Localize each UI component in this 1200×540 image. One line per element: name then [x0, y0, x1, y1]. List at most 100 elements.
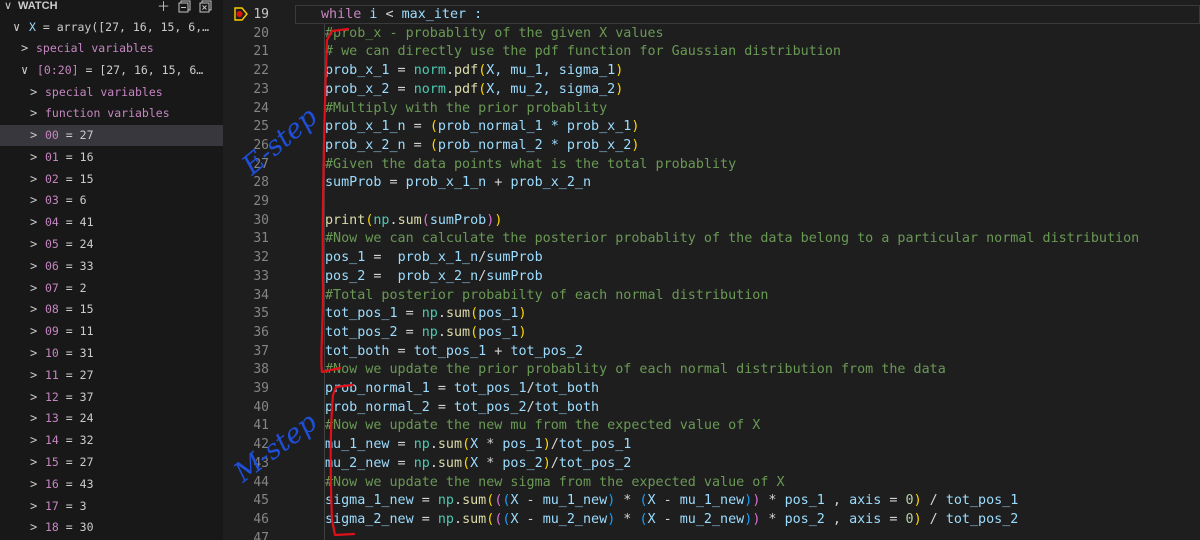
watch-item[interactable]: >03 = 6 — [0, 190, 223, 211]
watch-item[interactable]: >10 = 31 — [0, 343, 223, 364]
line-number[interactable]: 26 — [223, 136, 269, 155]
chevron-right-icon[interactable]: > — [30, 496, 37, 517]
watch-item[interactable]: >04 = 41 — [0, 212, 223, 233]
line-number[interactable]: 30 — [223, 211, 269, 230]
chevron-right-icon[interactable]: > — [30, 147, 37, 168]
chevron-right-icon[interactable]: > — [30, 452, 37, 473]
watch-item[interactable]: >01 = 16 — [0, 147, 223, 168]
code-line-41[interactable]: #Now we update the new mu from the expec… — [325, 416, 760, 435]
watch-item[interactable]: >16 = 43 — [0, 474, 223, 495]
watch-expression-x[interactable]: ∨ X = array([27, 16, 15, 6,… — [0, 17, 223, 38]
line-number[interactable]: 19 — [223, 5, 269, 24]
code-line-21[interactable]: # we can directly use the pdf function f… — [325, 42, 841, 61]
line-number[interactable]: 44 — [223, 473, 269, 492]
watch-item[interactable]: >17 = 3 — [0, 496, 223, 517]
watch-item[interactable]: >09 = 11 — [0, 321, 223, 342]
watch-item[interactable]: >15 = 27 — [0, 452, 223, 473]
watch-item[interactable]: >08 = 15 — [0, 299, 223, 320]
chevron-down-icon[interactable]: ∨ — [21, 60, 28, 81]
code-line-31[interactable]: #Now we can calculate the posterior prob… — [325, 229, 1139, 248]
watch-item[interactable]: >07 = 2 — [0, 278, 223, 299]
line-number[interactable]: 22 — [223, 61, 269, 80]
code-line-37[interactable]: tot_both = tot_pos_1 + tot_pos_2 — [325, 342, 583, 361]
chevron-right-icon[interactable]: > — [30, 234, 37, 255]
code-line-43[interactable]: mu_2_new = np.sum(X * pos_2)/tot_pos_2 — [325, 454, 631, 473]
line-number[interactable]: 36 — [223, 323, 269, 342]
chevron-right-icon[interactable]: > — [30, 125, 37, 146]
chevron-right-icon[interactable]: > — [30, 321, 37, 342]
watch-item[interactable]: >06 = 33 — [0, 256, 223, 277]
line-number[interactable]: 39 — [223, 379, 269, 398]
code-line-20[interactable]: #prob_x - probablity of the given X valu… — [325, 24, 664, 43]
watch-item[interactable]: >13 = 24 — [0, 408, 223, 429]
line-number[interactable]: 37 — [223, 342, 269, 361]
chevron-right-icon[interactable]: > — [30, 474, 37, 495]
code-line-27[interactable]: #Given the data points what is the total… — [325, 155, 736, 174]
code-line-24[interactable]: #Multiply with the prior probablity — [325, 99, 607, 118]
code-line-33[interactable]: pos_2 = prob_x_2_n/sumProb — [325, 267, 543, 286]
chevron-right-icon[interactable]: > — [30, 387, 37, 408]
watch-item[interactable]: >00 = 27 — [0, 125, 223, 146]
line-number[interactable]: 27 — [223, 155, 269, 174]
watch-slice-function-variables[interactable]: > function variables — [0, 103, 223, 124]
code-line-26[interactable]: prob_x_2_n = (prob_normal_2 * prob_x_2) — [325, 136, 639, 155]
chevron-down-icon[interactable]: ∨ — [13, 17, 20, 38]
watch-special-variables[interactable]: > special variables — [0, 38, 223, 59]
line-number[interactable]: 46 — [223, 510, 269, 529]
line-number[interactable]: 41 — [223, 416, 269, 435]
code-line-44[interactable]: #Now we update the new sigma from the ex… — [325, 473, 785, 492]
line-number[interactable]: 47 — [223, 529, 269, 540]
chevron-right-icon[interactable]: > — [30, 212, 37, 233]
chevron-right-icon[interactable]: > — [30, 82, 37, 103]
code-editor[interactable]: 19 20 21 22 23 24 25 26 27 28 29 30 31 32 33 34 35 36 37 38… — [223, 0, 1200, 540]
chevron-right-icon[interactable]: > — [30, 169, 37, 190]
chevron-right-icon[interactable]: > — [30, 365, 37, 386]
chevron-right-icon[interactable]: > — [30, 430, 37, 451]
chevron-right-icon[interactable]: > — [30, 190, 37, 211]
watch-item[interactable]: >11 = 27 — [0, 365, 223, 386]
watch-header[interactable]: ∨ WATCH ＋ — [0, 0, 223, 14]
chevron-right-icon[interactable]: > — [30, 103, 37, 124]
line-number[interactable]: 29 — [223, 192, 269, 211]
code-line-39[interactable]: prob_normal_1 = tot_pos_1/tot_both — [325, 379, 599, 398]
line-number[interactable]: 25 — [223, 117, 269, 136]
code-line-19[interactable]: while i < max_iter : — [321, 5, 482, 24]
line-number[interactable]: 33 — [223, 267, 269, 286]
code-line-46[interactable]: sigma_2_new = np.sum(((X - mu_2_new) * (… — [325, 510, 1018, 529]
chevron-right-icon[interactable]: > — [30, 343, 37, 364]
watch-item[interactable]: >12 = 37 — [0, 387, 223, 408]
code-line-34[interactable]: #Total posterior probabilty of each norm… — [325, 286, 768, 305]
line-number[interactable]: 24 — [223, 99, 269, 118]
chevron-down-icon[interactable]: ∨ — [4, 0, 12, 12]
watch-item[interactable]: >02 = 15 — [0, 169, 223, 190]
collapse-all-icon[interactable] — [178, 0, 191, 15]
code-line-40[interactable]: prob_normal_2 = tot_pos_2/tot_both — [325, 398, 599, 417]
line-number[interactable]: 35 — [223, 304, 269, 323]
chevron-right-icon[interactable]: > — [30, 517, 37, 538]
watch-slice-special-variables[interactable]: > special variables — [0, 82, 223, 103]
code-line-45[interactable]: sigma_1_new = np.sum(((X - mu_1_new) * (… — [325, 491, 1018, 510]
line-number[interactable]: 28 — [223, 173, 269, 192]
code-line-25[interactable]: prob_x_1_n = (prob_normal_1 * prob_x_1) — [325, 117, 639, 136]
line-number[interactable]: 23 — [223, 80, 269, 99]
watch-item[interactable]: >18 = 30 — [0, 517, 223, 538]
chevron-right-icon[interactable]: > — [30, 299, 37, 320]
code-line-28[interactable]: sumProb = prob_x_1_n + prob_x_2_n — [325, 173, 591, 192]
line-number[interactable]: 43 — [223, 454, 269, 473]
chevron-right-icon[interactable]: > — [21, 38, 28, 59]
code-line-23[interactable]: prob_x_2 = norm.pdf(X, mu_2, sigma_2) — [325, 80, 623, 99]
line-number[interactable]: 32 — [223, 248, 269, 267]
line-number[interactable]: 34 — [223, 286, 269, 305]
line-number[interactable]: 20 — [223, 24, 269, 43]
code-line-30[interactable]: print(np.sum(sumProb)) — [325, 211, 502, 230]
remove-all-icon[interactable] — [199, 0, 212, 15]
chevron-right-icon[interactable]: > — [30, 278, 37, 299]
chevron-right-icon[interactable]: > — [30, 408, 37, 429]
code-line-36[interactable]: tot_pos_2 = np.sum(pos_1) — [325, 323, 527, 342]
line-number[interactable]: 38 — [223, 360, 269, 379]
line-number[interactable]: 21 — [223, 42, 269, 61]
line-number[interactable]: 45 — [223, 491, 269, 510]
line-number[interactable]: 40 — [223, 398, 269, 417]
code-line-38[interactable]: #Now we update the prior probablity of e… — [325, 360, 946, 379]
code-line-22[interactable]: prob_x_1 = norm.pdf(X, mu_1, sigma_1) — [325, 61, 623, 80]
